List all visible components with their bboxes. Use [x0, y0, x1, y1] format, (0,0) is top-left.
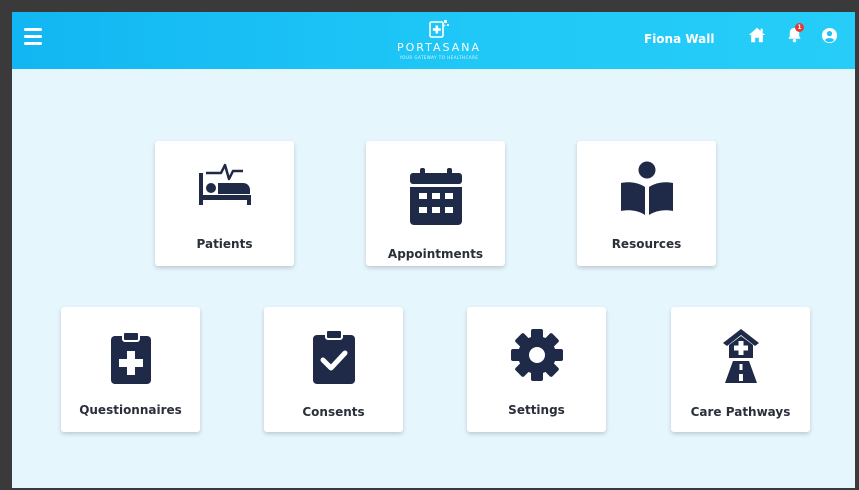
gear-icon — [510, 329, 563, 381]
consents-tile[interactable]: Consents — [264, 307, 403, 432]
appointments-tile[interactable]: Appointments — [366, 141, 505, 266]
settings-tile[interactable]: Settings — [467, 307, 606, 432]
medical-clipboard-icon — [110, 331, 151, 384]
notification-badge: 1 — [795, 23, 804, 32]
patient-bed-icon — [198, 163, 251, 205]
home-icon[interactable] — [748, 26, 766, 44]
tile-label: Consents — [302, 405, 365, 419]
tile-label: Resources — [611, 237, 682, 251]
app-name: PORTASANA — [397, 41, 481, 54]
top-bar: PORTASANA YOUR GATEWAY TO HEALTHCARE Fio… — [12, 12, 855, 69]
care-pathways-tile[interactable]: Care Pathways — [671, 307, 810, 432]
portasana-logo: PORTASANA YOUR GATEWAY TO HEALTHCARE — [394, 18, 484, 64]
tile-label: Settings — [508, 403, 565, 417]
patients-tile[interactable]: Patients — [155, 141, 294, 266]
resources-tile[interactable]: Resources — [577, 141, 716, 266]
notifications[interactable]: 1 — [786, 23, 804, 44]
app-window: PORTASANA YOUR GATEWAY TO HEALTHCARE Fio… — [12, 12, 855, 488]
app-tagline: YOUR GATEWAY TO HEALTHCARE — [399, 55, 479, 60]
user-name[interactable]: Fiona Wall — [644, 32, 715, 46]
tile-label: Questionnaires — [79, 403, 182, 417]
clipboard-check-icon — [312, 329, 355, 384]
calendar-icon — [409, 168, 462, 225]
questionnaires-tile[interactable]: Questionnaires — [61, 307, 200, 432]
logo-mark-icon — [429, 19, 450, 38]
tile-label: Care Pathways — [690, 405, 791, 419]
user-account-icon[interactable] — [821, 27, 838, 44]
hamburger-menu-icon[interactable] — [24, 28, 42, 48]
hospital-road-icon — [722, 329, 759, 383]
tile-label: Patients — [196, 237, 253, 251]
book-reader-icon — [620, 161, 673, 215]
tile-label: Appointments — [387, 247, 484, 261]
